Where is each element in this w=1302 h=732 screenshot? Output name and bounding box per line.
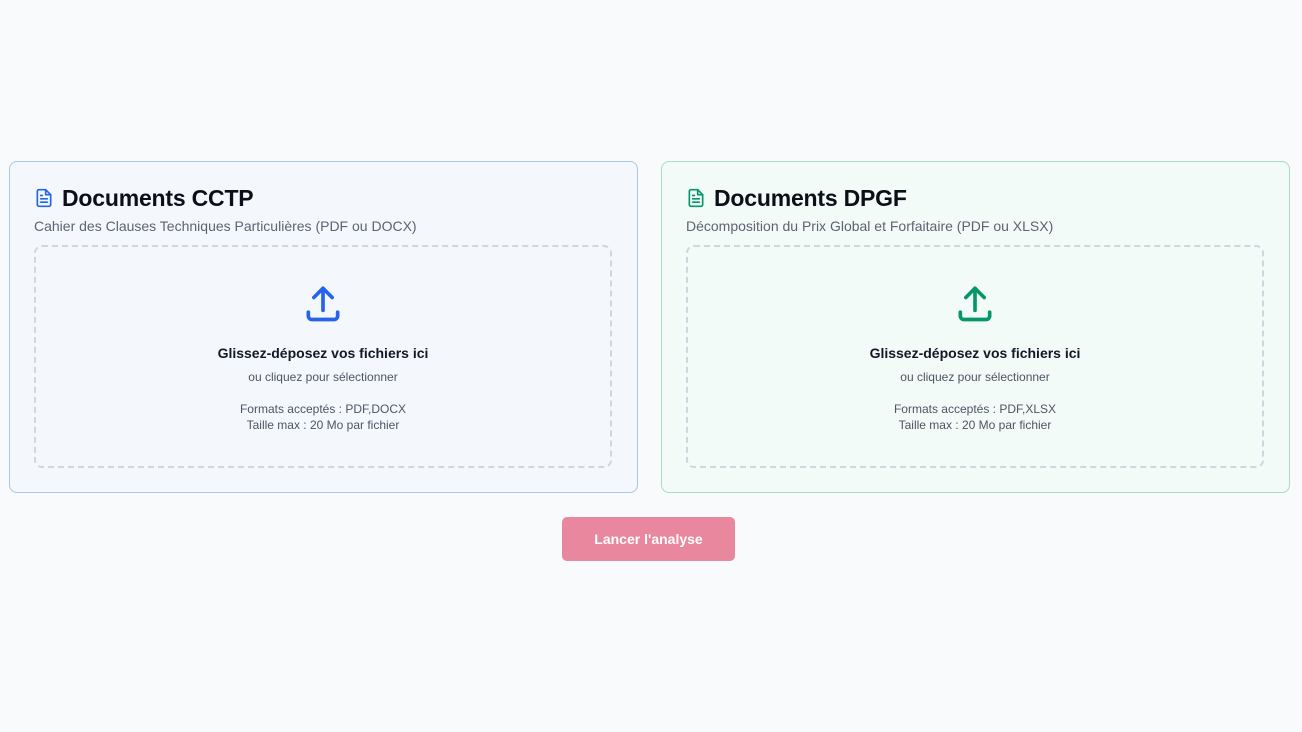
cctp-drop-instruction: Glissez-déposez vos fichiers ici — [217, 345, 429, 361]
cctp-drop-alt: ou cliquez pour sélectionner — [248, 370, 398, 384]
dpgf-drop-instruction: Glissez-déposez vos fichiers ici — [869, 345, 1081, 361]
upload-page: Documents CCTP Cahier des Clauses Techni… — [0, 0, 1302, 732]
dpgf-dropzone[interactable]: Glissez-déposez vos fichiers ici ou cliq… — [686, 245, 1264, 468]
document-icon — [34, 188, 54, 208]
dpgf-accepted-formats: Formats acceptés : PDF,XLSX — [893, 402, 1057, 416]
dpgf-subtitle: Décomposition du Prix Global et Forfaita… — [686, 218, 1054, 234]
dpgf-header: Documents DPGF — [686, 184, 1265, 211]
dpgf-drop-alt: ou cliquez pour sélectionner — [900, 370, 1050, 384]
dpgf-title: Documents DPGF — [714, 184, 907, 211]
upload-icon — [953, 281, 997, 325]
dpgf-max-size: Taille max : 20 Mo par fichier — [898, 418, 1052, 432]
dpgf-card: Documents DPGF Décomposition du Prix Glo… — [661, 161, 1290, 493]
cctp-max-size: Taille max : 20 Mo par fichier — [246, 418, 400, 432]
document-icon — [686, 188, 706, 208]
cctp-accepted-formats: Formats acceptés : PDF,DOCX — [239, 402, 407, 416]
cctp-title: Documents CCTP — [62, 184, 254, 211]
cctp-card: Documents CCTP Cahier des Clauses Techni… — [9, 161, 638, 493]
upload-icon — [301, 281, 345, 325]
cctp-subtitle: Cahier des Clauses Techniques Particuliè… — [34, 218, 417, 234]
launch-analysis-button[interactable]: Lancer l'analyse — [562, 517, 735, 561]
cctp-dropzone[interactable]: Glissez-déposez vos fichiers ici ou cliq… — [34, 245, 612, 468]
cctp-header: Documents CCTP — [34, 184, 613, 211]
